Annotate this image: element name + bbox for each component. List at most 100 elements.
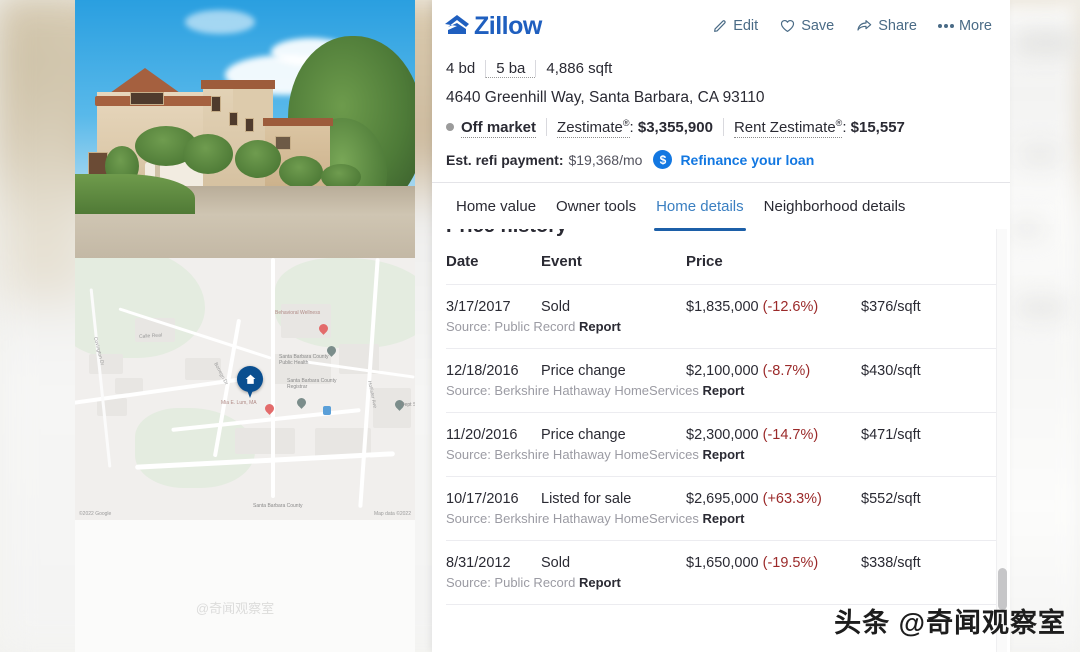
report-link[interactable]: Report: [703, 383, 745, 398]
table-source-row: Source: Berkshire Hathaway HomeServices …: [446, 447, 996, 477]
row-event: Sold: [541, 540, 686, 575]
background-artifact: [1014, 30, 1078, 56]
background-artifact: [1012, 222, 1042, 234]
more-label: More: [958, 18, 992, 34]
row-pct: (-19.5%): [762, 555, 819, 571]
zillow-mark-icon: [444, 14, 470, 38]
property-map[interactable]: Behavioral Wellness Santa Barbara County…: [75, 258, 415, 520]
table-row[interactable]: 3/17/2017 Sold $1,835,000 (-12.6%) $376/…: [446, 284, 996, 319]
refinance-row: Est. refi payment: $19,368/mo $ Refinanc…: [446, 150, 992, 169]
bed-bath-sqft-row: 4 bd 5 ba 4,886 sqft: [446, 60, 992, 78]
map-label: Dept Social Svcs: [401, 402, 415, 408]
report-link[interactable]: Report: [703, 447, 745, 462]
report-link[interactable]: Report: [579, 575, 621, 590]
off-market-dot-icon: [446, 123, 454, 131]
report-link[interactable]: Report: [703, 511, 745, 526]
row-event: Listed for sale: [541, 476, 686, 511]
below-map-whitespace: @奇闻观察室: [75, 520, 415, 652]
watermark-main: 头条 @奇闻观察室: [834, 608, 1066, 638]
tab-home-value[interactable]: Home value: [446, 183, 546, 229]
table-source-row: Source: Berkshire Hathaway HomeServices …: [446, 383, 996, 413]
column-header-psf: [861, 249, 996, 285]
roof-eave: [263, 118, 333, 126]
cloud: [185, 10, 255, 34]
column-header-date: Date: [446, 253, 479, 270]
status-badge: Off market: [461, 119, 537, 138]
beds-value: 4 bd: [446, 60, 476, 77]
row-pct: (-12.6%): [762, 299, 819, 315]
refi-value: $19,368/mo: [568, 151, 643, 168]
column-header-price: Price: [686, 253, 723, 270]
share-arrow-icon: [855, 18, 873, 34]
left-media-column: Behavioral Wellness Santa Barbara County…: [75, 0, 415, 652]
row-source: Source: Public Record: [446, 575, 576, 590]
roof-eave: [201, 80, 275, 89]
window: [211, 96, 221, 112]
edit-button[interactable]: Edit: [712, 18, 758, 34]
row-price: $1,650,000 (-19.5%): [686, 540, 861, 575]
row-pct: (+63.3%): [762, 491, 822, 507]
row-price-per-sqft: $338/sqft: [861, 540, 996, 575]
row-source: Source: Berkshire Hathaway HomeServices: [446, 511, 699, 526]
price-history-table: Date Event Price 3/17/2017 Sold $1,835,0…: [446, 249, 996, 631]
map-poi-pin[interactable]: [295, 396, 308, 409]
refi-label: Est. refi payment:: [446, 151, 564, 168]
tab-owner-tools[interactable]: Owner tools: [546, 183, 646, 229]
edit-label: Edit: [733, 18, 759, 34]
row-price-per-sqft: $430/sqft: [861, 348, 996, 383]
home-pin-icon[interactable]: [237, 366, 263, 398]
table-row[interactable]: 12/18/2016 Price change $2,100,000 (-8.7…: [446, 348, 996, 383]
share-button[interactable]: Share: [855, 18, 917, 34]
map-label: Santa Barbara County Registrar: [287, 378, 337, 391]
background-artifact: [1020, 148, 1060, 162]
window: [245, 118, 254, 132]
row-date: 10/17/2016: [446, 476, 541, 511]
table-source-row: Source: Public Record Report: [446, 319, 996, 349]
share-label: Share: [878, 18, 917, 34]
property-address: 4640 Greenhill Way, Santa Barbara, CA 93…: [446, 89, 765, 106]
row-pct: (-8.7%): [762, 363, 811, 379]
more-button[interactable]: More: [937, 18, 992, 34]
refinance-link[interactable]: Refinance your loan: [680, 152, 814, 168]
row-price: $2,300,000 (-14.7%): [686, 412, 861, 447]
zillow-logo[interactable]: Zillow: [444, 12, 542, 41]
zestimate-value: $3,355,900: [637, 119, 713, 136]
tab-neighborhood-details[interactable]: Neighborhood details: [754, 183, 916, 229]
row-event: Price change: [541, 348, 686, 383]
price-history-scroll-area[interactable]: Price history Date Event Price 3/17/2017…: [432, 229, 1010, 652]
baths-value: 5 ba: [485, 60, 536, 78]
pencil-icon: [712, 18, 728, 34]
window: [130, 92, 164, 105]
row-source: Source: Berkshire Hathaway HomeServices: [446, 383, 699, 398]
row-date: 3/17/2017: [446, 284, 541, 319]
table-row[interactable]: 8/31/2012 Sold $1,650,000 (-19.5%) $338/…: [446, 540, 996, 575]
map-label: Mia E. Lum, MA: [221, 400, 257, 406]
table-row[interactable]: 10/17/2016 Listed for sale $2,695,000 (+…: [446, 476, 996, 511]
report-link[interactable]: Report: [579, 319, 621, 334]
row-event: Price change: [541, 412, 686, 447]
table-row[interactable]: 11/20/2016 Price change $2,300,000 (-14.…: [446, 412, 996, 447]
map-attribution-right: Map data ©2022: [373, 511, 411, 517]
zestimate-label[interactable]: Zestimate®: [557, 118, 630, 138]
sqft-value: 4,886 sqft: [535, 60, 622, 77]
row-price-per-sqft: $471/sqft: [861, 412, 996, 447]
rent-zestimate-label[interactable]: Rent Zestimate®: [733, 118, 843, 138]
save-label: Save: [801, 18, 835, 34]
map-attribution-left: ©2022 Google: [79, 511, 112, 517]
tab-home-details[interactable]: Home details: [646, 183, 754, 231]
property-photo[interactable]: [75, 0, 415, 258]
background-artifact: [1016, 300, 1066, 316]
row-source: Source: Public Record: [446, 319, 576, 334]
row-price-per-sqft: $552/sqft: [861, 476, 996, 511]
rent-zestimate-group: Rent Zestimate®: $15,557: [722, 118, 905, 138]
map-label: Santa Barbara County Public Health: [279, 354, 329, 367]
table-source-row: Source: Berkshire Hathaway HomeServices …: [446, 511, 996, 541]
map-transit-icon[interactable]: [323, 406, 331, 415]
row-price: $2,695,000 (+63.3%): [686, 476, 861, 511]
map-building: [373, 388, 411, 428]
watermark-left: @奇闻观察室: [195, 601, 275, 616]
row-source: Source: Berkshire Hathaway HomeServices: [446, 447, 699, 462]
status-row: Off market Zestimate®: $3,355,900 Rent Z…: [446, 118, 992, 138]
panel-scrollbar[interactable]: [996, 200, 1007, 652]
save-button[interactable]: Save: [779, 18, 834, 34]
